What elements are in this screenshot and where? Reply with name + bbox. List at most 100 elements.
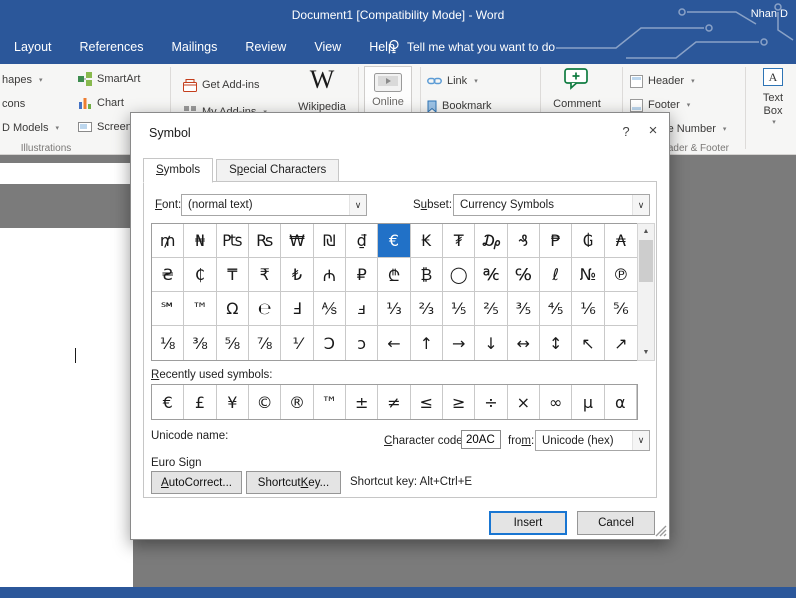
symbol-cell[interactable]: ₭ [411, 224, 443, 258]
footer-button[interactable]: Footer ▾ [630, 97, 690, 113]
font-dropdown[interactable]: (normal text) ∨ [181, 194, 367, 216]
shortcut-key-button[interactable]: Shortcut Key... [246, 471, 341, 494]
recent-symbol-cell[interactable]: ™ [314, 385, 346, 419]
symbol-cell[interactable]: ↔ [508, 326, 540, 360]
document-page[interactable] [0, 228, 133, 587]
text-box-button[interactable]: A Text Box ▾ [751, 68, 795, 126]
symbol-cell[interactable]: № [572, 258, 604, 292]
symbol-cell[interactable]: ↑ [411, 326, 443, 360]
ribbon-tab[interactable]: Review [231, 30, 300, 64]
tab-symbols[interactable]: Symbols [143, 158, 213, 183]
symbol-cell[interactable]: ℅ [508, 258, 540, 292]
symbol-cell[interactable]: ℠ [152, 292, 184, 326]
close-icon[interactable]: × [641, 122, 665, 139]
cancel-button[interactable]: Cancel [577, 511, 655, 535]
autocorrect-button[interactable]: AutoCorrect... [151, 471, 242, 494]
scroll-down-icon[interactable]: ▼ [638, 345, 654, 360]
ribbon-tab[interactable]: View [300, 30, 355, 64]
shapes-button[interactable]: hapes ▾ [2, 72, 43, 88]
scrollbar-thumb[interactable] [639, 240, 653, 282]
symbol-cell[interactable]: ⅖ [475, 292, 507, 326]
symbol-cell[interactable]: ℗ [605, 258, 637, 292]
symbol-cell[interactable]: ⅕ [443, 292, 475, 326]
symbol-cell[interactable]: ₩ [281, 224, 313, 258]
3d-models-button[interactable]: D Models ▾ [2, 120, 59, 136]
symbol-cell[interactable]: ₲ [572, 224, 604, 258]
symbol-cell[interactable]: ⅛ [152, 326, 184, 360]
symbol-cell[interactable]: ₵ [184, 258, 216, 292]
symbol-cell[interactable]: Ω [217, 292, 249, 326]
symbol-cell[interactable]: ₽ [346, 258, 378, 292]
symbol-cell[interactable]: ₧ [217, 224, 249, 258]
symbol-cell[interactable]: ₼ [314, 258, 346, 292]
symbol-cell[interactable]: ₹ [249, 258, 281, 292]
symbol-cell[interactable]: ⅍ [314, 292, 346, 326]
subset-dropdown[interactable]: Currency Symbols ∨ [453, 194, 650, 216]
symbol-cell[interactable]: ₾ [378, 258, 410, 292]
recent-symbol-cell[interactable]: ∞ [540, 385, 572, 419]
recent-symbol-cell[interactable]: ≥ [443, 385, 475, 419]
symbol-cell[interactable]: ₿ [411, 258, 443, 292]
symbol-cell[interactable]: ₳ [605, 224, 637, 258]
symbol-cell[interactable]: ₨ [249, 224, 281, 258]
symbol-cell[interactable]: ₯ [475, 224, 507, 258]
symbol-cell[interactable]: Ↄ [314, 326, 346, 360]
recent-symbol-cell[interactable]: ≠ [378, 385, 410, 419]
insert-button[interactable]: Insert [489, 511, 567, 535]
recent-symbol-cell[interactable]: ® [281, 385, 313, 419]
symbol-cell[interactable]: ℮ [249, 292, 281, 326]
recent-symbol-cell[interactable]: × [508, 385, 540, 419]
recent-symbol-cell[interactable]: ¥ [217, 385, 249, 419]
smartart-button[interactable]: SmartArt [78, 71, 140, 87]
ribbon-tab[interactable]: Layout [0, 30, 66, 64]
ribbon-tab[interactable]: References [66, 30, 158, 64]
symbol-cell[interactable]: ₱ [540, 224, 572, 258]
character-code-input[interactable] [461, 430, 501, 449]
symbol-cell[interactable]: ↄ [346, 326, 378, 360]
resize-grip[interactable] [655, 525, 667, 537]
chart-button[interactable]: Chart [78, 95, 124, 111]
symbol-cell[interactable]: ↗ [605, 326, 637, 360]
symbol-cell[interactable]: ₪ [314, 224, 346, 258]
recent-symbol-cell[interactable]: ≤ [411, 385, 443, 419]
symbol-cell[interactable]: ⅔ [411, 292, 443, 326]
symbol-cell[interactable]: ℀ [475, 258, 507, 292]
symbol-cell[interactable]: ₮ [443, 224, 475, 258]
help-icon[interactable]: ? [615, 124, 637, 139]
symbol-cell[interactable]: ℓ [540, 258, 572, 292]
link-button[interactable]: Link ▾ [427, 73, 478, 89]
scroll-up-icon[interactable]: ▲ [638, 224, 654, 239]
symbol-cell[interactable]: ↓ [475, 326, 507, 360]
symbol-cell[interactable]: ⅚ [605, 292, 637, 326]
recent-symbol-cell[interactable]: ÷ [475, 385, 507, 419]
symbol-cell[interactable]: ₫ [346, 224, 378, 258]
symbol-cell[interactable]: ↕ [540, 326, 572, 360]
symbol-cell[interactable]: ⅙ [572, 292, 604, 326]
header-button[interactable]: Header ▾ [630, 73, 695, 89]
from-dropdown[interactable]: Unicode (hex) ∨ [535, 430, 650, 451]
tell-me-box[interactable]: Tell me what you want to do [388, 30, 555, 64]
symbol-cell[interactable]: ⅟ [281, 326, 313, 360]
symbol-cell[interactable]: ₥ [152, 224, 184, 258]
grid-scrollbar[interactable]: ▲ ▼ [637, 223, 655, 361]
symbol-cell[interactable]: ◯ [443, 258, 475, 292]
symbol-cell[interactable]: ₸ [217, 258, 249, 292]
account-name[interactable]: Nhan D [751, 8, 788, 20]
recent-symbol-cell[interactable]: α [605, 385, 637, 419]
symbol-cell[interactable]: ⅝ [217, 326, 249, 360]
recent-symbol-cell[interactable]: © [249, 385, 281, 419]
icons-button[interactable]: cons [2, 96, 25, 112]
symbol-cell[interactable]: Ⅎ [281, 292, 313, 326]
symbol-cell[interactable]: ⅓ [378, 292, 410, 326]
tab-special-characters[interactable]: Special Characters [216, 159, 339, 182]
wikipedia-button[interactable]: W Wikipedia [292, 67, 352, 113]
symbol-cell[interactable]: ™ [184, 292, 216, 326]
symbol-cell[interactable]: € [378, 224, 410, 258]
symbol-cell[interactable]: ⅎ [346, 292, 378, 326]
recent-symbol-cell[interactable]: € [152, 385, 184, 419]
get-addins-button[interactable]: Get Add-ins [183, 77, 259, 93]
comment-button[interactable]: Comment [546, 68, 608, 110]
symbol-cell[interactable]: ₰ [508, 224, 540, 258]
recent-symbol-cell[interactable]: µ [572, 385, 604, 419]
symbol-cell[interactable]: ← [378, 326, 410, 360]
